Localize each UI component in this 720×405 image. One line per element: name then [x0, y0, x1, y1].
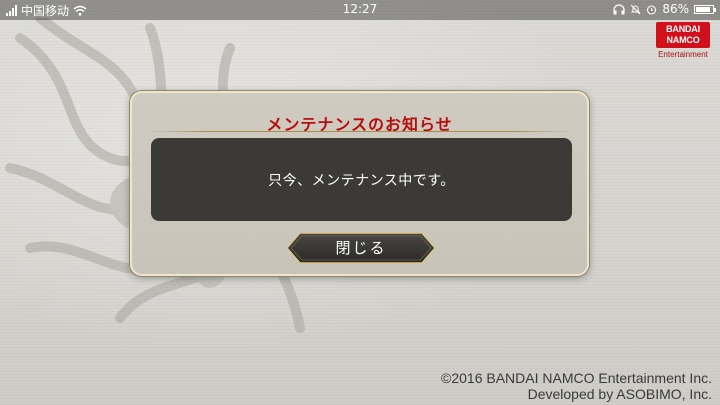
- dialog-message: 只今、メンテナンス中です。: [268, 172, 455, 189]
- mute-bell-icon: [630, 4, 641, 14]
- logo-subtext: Entertainment: [658, 50, 708, 59]
- copyright-line-2: Developed by ASOBIMO, Inc.: [527, 386, 712, 402]
- copyright-notice: ©2016 BANDAI NAMCO Entertainment Inc. De…: [441, 370, 712, 402]
- headphones-icon: [613, 3, 625, 14]
- message-panel: 只今、メンテナンス中です。: [151, 138, 572, 221]
- status-time: 12:27: [342, 2, 378, 16]
- close-button-label: 閉じる: [335, 239, 387, 257]
- battery-icon: [694, 4, 716, 14]
- logo-mark: BANDAI NAMCO: [656, 22, 710, 48]
- title-divider: [144, 131, 575, 132]
- status-bar: 中国移动 12:27 86%: [0, 0, 720, 20]
- maintenance-dialog: メンテナンスのお知らせ 只今、メンテナンス中です。 閉じる: [130, 91, 589, 276]
- close-button[interactable]: 閉じる: [286, 232, 436, 264]
- battery-percent: 86%: [662, 2, 689, 16]
- copyright-line-1: ©2016 BANDAI NAMCO Entertainment Inc.: [441, 370, 712, 386]
- alarm-icon: [647, 4, 657, 15]
- bandai-namco-logo: BANDAI NAMCO Entertainment: [652, 22, 714, 64]
